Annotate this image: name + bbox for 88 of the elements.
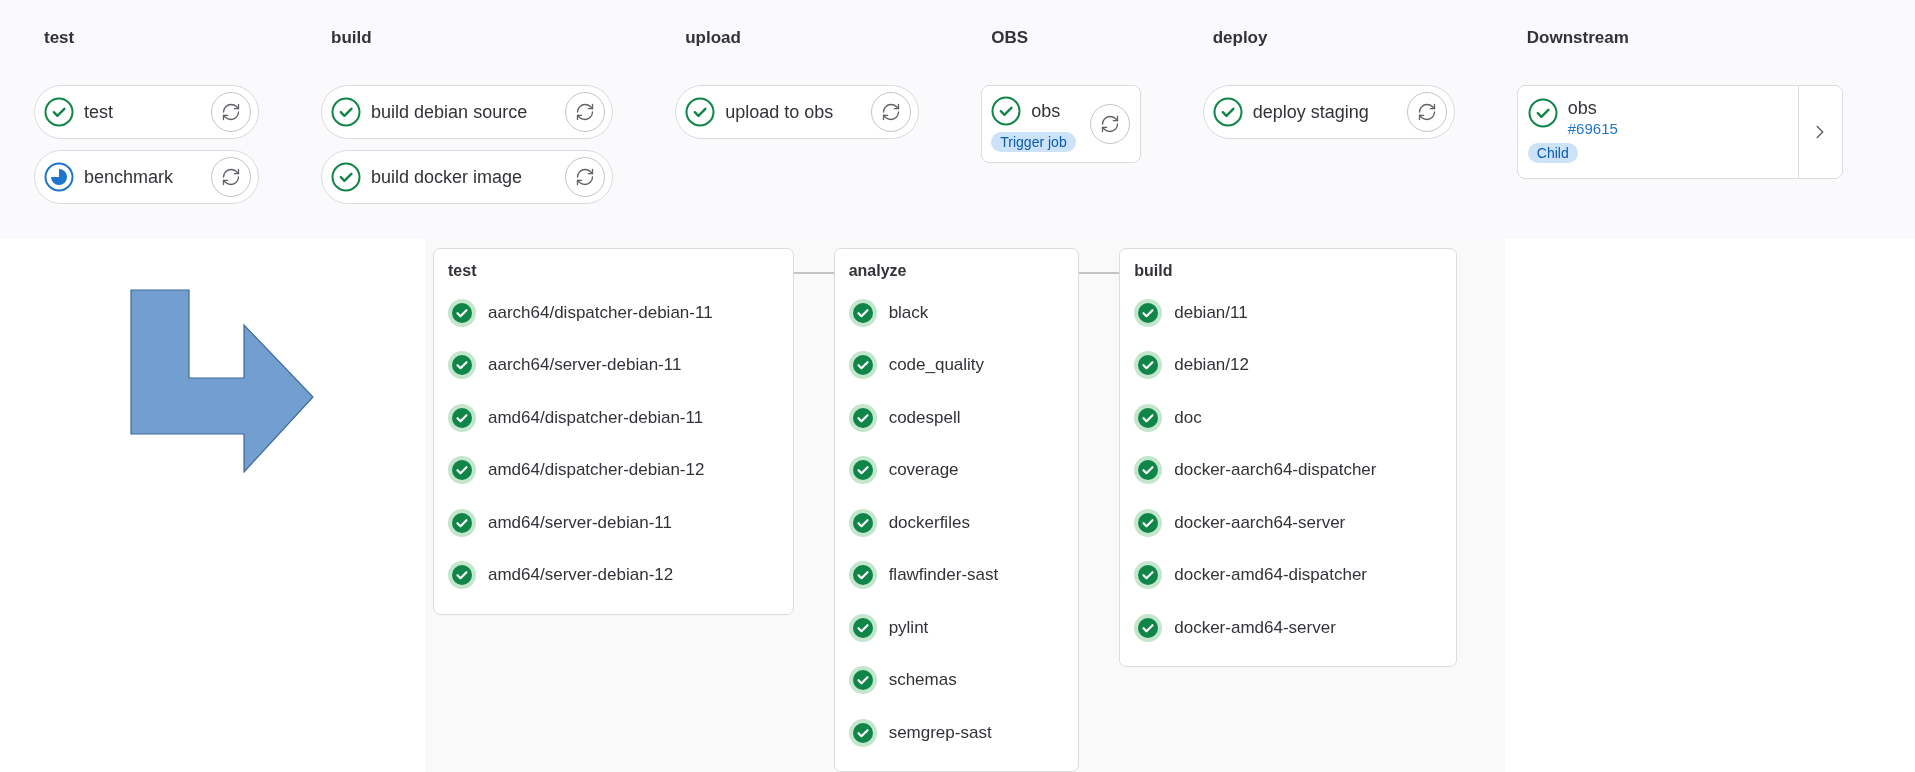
job-pill[interactable]: test <box>34 85 260 139</box>
job-pill[interactable]: build debian source <box>321 85 614 139</box>
refresh-icon <box>221 102 242 122</box>
job-name: test <box>84 101 113 123</box>
job-name: codespell <box>888 407 961 428</box>
connector-line <box>793 271 834 274</box>
job-name: flawfinder-sast <box>888 565 999 586</box>
job-row[interactable]: docker-amd64-server <box>1134 601 1377 654</box>
job-row[interactable]: aarch64/dispatcher-debian-11 <box>448 286 713 339</box>
job-name: dockerfiles <box>888 512 970 533</box>
job-row[interactable]: dockerfiles <box>848 496 999 549</box>
retry-button[interactable] <box>1089 104 1130 144</box>
retry-button[interactable] <box>1406 92 1447 132</box>
job-row[interactable]: docker-amd64-dispatcher <box>1134 549 1377 602</box>
refresh-icon <box>221 167 242 187</box>
job-name: coverage <box>888 460 959 481</box>
job-name: debian/11 <box>1174 302 1248 323</box>
job-row[interactable]: aarch64/server-debian-11 <box>448 339 713 392</box>
job-row[interactable]: schemas <box>848 654 999 707</box>
job-name: aarch64/server-debian-11 <box>488 355 682 376</box>
job-name: code_quality <box>888 355 985 376</box>
job-name: docker-aarch64-dispatcher <box>1174 460 1377 481</box>
job-pill[interactable]: benchmark <box>34 150 260 204</box>
job-row[interactable]: amd64/server-debian-11 <box>448 496 713 549</box>
refresh-icon <box>575 102 596 122</box>
job-row[interactable]: doc <box>1134 391 1377 444</box>
job-name: amd64/server-debian-12 <box>488 565 674 586</box>
retry-button[interactable] <box>211 92 252 132</box>
stage-title: OBS <box>990 28 1030 49</box>
trigger-badge: Trigger job <box>991 132 1076 152</box>
job-name: deploy staging <box>1252 101 1369 123</box>
job-row[interactable]: debian/11 <box>1134 286 1377 339</box>
job-name: debian/12 <box>1174 355 1249 376</box>
job-row[interactable]: docker-aarch64-server <box>1134 496 1377 549</box>
stage-title: analyze <box>848 260 908 281</box>
job-name: pylint <box>888 617 929 638</box>
child-badge: Child <box>1527 143 1578 163</box>
refresh-icon <box>575 167 596 187</box>
retry-button[interactable] <box>211 157 252 197</box>
job-name: amd64/server-debian-11 <box>488 512 672 533</box>
job-row[interactable]: amd64/dispatcher-debian-11 <box>448 391 713 444</box>
stage-title: Downstream <box>1525 28 1630 49</box>
job-row[interactable]: black <box>848 286 999 339</box>
stage-title: deploy <box>1211 28 1269 49</box>
job-row[interactable]: amd64/server-debian-12 <box>448 549 713 602</box>
stage-title: build <box>1134 260 1174 281</box>
job-pill[interactable]: deploy staging <box>1202 85 1455 139</box>
job-row[interactable]: docker-aarch64-dispatcher <box>1134 444 1377 497</box>
trigger-job-card[interactable]: obs Trigger job <box>981 85 1141 163</box>
pipeline-name: obs <box>1567 98 1598 118</box>
job-name: docker-aarch64-server <box>1174 512 1346 533</box>
job-name: doc <box>1174 407 1202 428</box>
job-name: docker-amd64-dispatcher <box>1174 565 1367 586</box>
job-pill[interactable]: upload to obs <box>675 85 920 139</box>
connector-line <box>1079 271 1120 274</box>
job-row[interactable]: amd64/dispatcher-debian-12 <box>448 444 713 497</box>
stage-title: test <box>448 260 478 281</box>
job-row[interactable]: pylint <box>848 601 999 654</box>
job-name: docker-amd64-server <box>1174 617 1336 638</box>
stage-title: build <box>330 28 373 49</box>
job-name: aarch64/dispatcher-debian-11 <box>488 302 713 323</box>
refresh-icon <box>1099 114 1120 134</box>
job-name: amd64/dispatcher-debian-12 <box>488 460 705 481</box>
job-name: upload to obs <box>725 101 834 123</box>
job-row[interactable]: debian/12 <box>1134 339 1377 392</box>
job-row[interactable]: coverage <box>848 444 999 497</box>
job-row[interactable]: flawfinder-sast <box>848 549 999 602</box>
job-row[interactable]: semgrep-sast <box>848 706 999 759</box>
retry-button[interactable] <box>871 92 912 132</box>
retry-button[interactable] <box>565 92 606 132</box>
refresh-icon <box>881 102 902 122</box>
job-name: black <box>888 302 929 323</box>
downstream-pipeline-card[interactable]: obs #69615 Child <box>1516 85 1843 179</box>
stage-title: test <box>43 28 76 49</box>
refresh-icon <box>1416 102 1437 122</box>
job-name: benchmark <box>84 166 174 188</box>
stage-title: upload <box>684 28 742 49</box>
job-name: semgrep-sast <box>888 722 992 743</box>
pipeline-link[interactable]: #69615 <box>1567 120 1618 137</box>
retry-button[interactable] <box>565 157 606 197</box>
job-name: build debian source <box>371 101 528 123</box>
job-name: schemas <box>888 670 957 691</box>
job-name: build docker image <box>371 166 523 188</box>
job-row[interactable]: code_quality <box>848 339 999 392</box>
job-row[interactable]: codespell <box>848 391 999 444</box>
job-name: amd64/dispatcher-debian-11 <box>488 407 704 428</box>
job-name: obs <box>1031 100 1061 122</box>
job-pill[interactable]: build docker image <box>321 150 614 204</box>
